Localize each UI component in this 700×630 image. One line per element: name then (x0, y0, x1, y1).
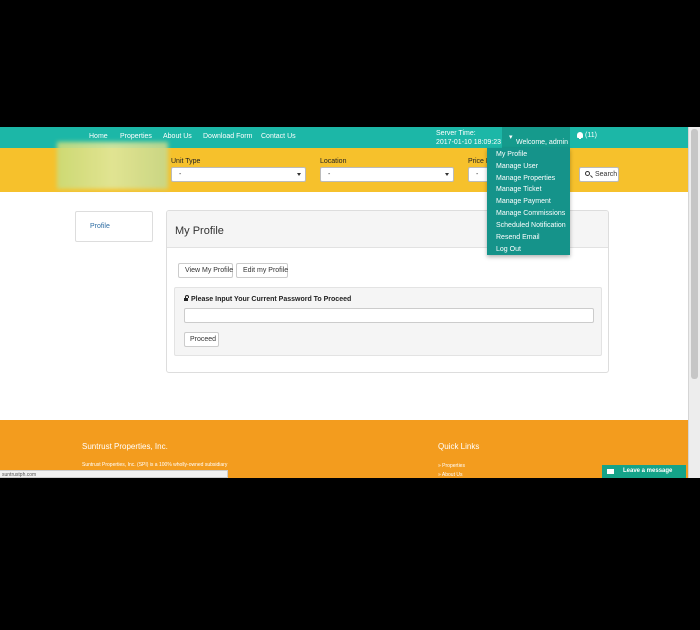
nav-download-form-link[interactable]: Download Form (203, 133, 252, 140)
page-title: My Profile (175, 225, 224, 237)
envelope-icon (607, 469, 614, 474)
quick-link-properties[interactable]: » Properties (438, 463, 465, 469)
password-input[interactable] (184, 308, 594, 323)
quick-link-about[interactable]: » About Us (438, 472, 462, 478)
footer-company: Suntrust Properties, Inc. (82, 442, 168, 451)
menu-item-resend-email[interactable]: Resend Email (496, 234, 540, 241)
server-time-value: 2017-01-10 18:09:23 (436, 139, 501, 146)
notifications-button[interactable]: (11) (577, 132, 597, 139)
menu-item-my-profile[interactable]: My Profile (496, 151, 527, 158)
view-profile-button[interactable]: View My Profile (178, 263, 233, 278)
welcome-menu-toggle[interactable]: Welcome, admin ▾ (502, 127, 570, 148)
unit-type-label: Unit Type (171, 158, 201, 165)
scrollbar-thumb[interactable] (691, 129, 698, 379)
leave-message-button[interactable]: Leave a message (602, 465, 686, 478)
status-bar-url: suntrustph.com (0, 470, 228, 478)
location-label: Location (320, 158, 347, 165)
menu-item-manage-commissions[interactable]: Manage Commissions (496, 210, 565, 217)
unit-type-select[interactable]: - (171, 167, 306, 182)
location-select[interactable]: - (320, 167, 454, 182)
server-time-label: Server Time: (436, 130, 476, 137)
server-time: Server Time: 2017-01-10 18:09:23 (436, 129, 501, 147)
menu-item-manage-properties[interactable]: Manage Properties (496, 175, 555, 182)
sidebar-item-profile[interactable]: Profile (90, 223, 110, 230)
nav-about-link[interactable]: About Us (163, 133, 192, 140)
search-button[interactable]: Search (579, 167, 619, 182)
password-form: Please Input Your Current Password To Pr… (174, 287, 602, 356)
menu-item-manage-user[interactable]: Manage User (496, 163, 538, 170)
search-bar: Unit Type - Location - Price R - Search (0, 142, 688, 192)
quick-links-title: Quick Links (438, 442, 480, 451)
bell-icon (577, 132, 583, 139)
user-dropdown-menu: My Profile Manage User Manage Properties… (487, 148, 570, 255)
menu-item-manage-payment[interactable]: Manage Payment (496, 198, 551, 205)
nav-home-link[interactable]: Home (89, 133, 108, 140)
search-icon (585, 171, 590, 176)
password-label: Please Input Your Current Password To Pr… (184, 295, 351, 303)
footer-description: Suntrust Properties, Inc. (SPI) is a 100… (82, 462, 228, 468)
menu-item-scheduled-notification[interactable]: Scheduled Notification (496, 222, 566, 229)
menu-item-manage-ticket[interactable]: Manage Ticket (496, 186, 542, 193)
logo (57, 142, 168, 189)
proceed-button[interactable]: Proceed (184, 332, 219, 347)
menu-item-log-out[interactable]: Log Out (496, 246, 521, 253)
nav-properties-link[interactable]: Properties (120, 133, 152, 140)
nav-contact-link[interactable]: Contact Us (261, 133, 296, 140)
lock-icon (184, 295, 189, 301)
edit-profile-button[interactable]: Edit my Profile (236, 263, 288, 278)
browser-viewport: Home Properties About Us Download Form C… (0, 127, 688, 478)
scrollbar[interactable] (688, 127, 700, 478)
caret-down-icon (297, 173, 301, 176)
notification-count: (11) (585, 132, 597, 139)
caret-down-icon (445, 173, 449, 176)
sidebar-profile: Profile (75, 211, 153, 242)
welcome-label: Welcome, admin ▾ (509, 134, 569, 146)
